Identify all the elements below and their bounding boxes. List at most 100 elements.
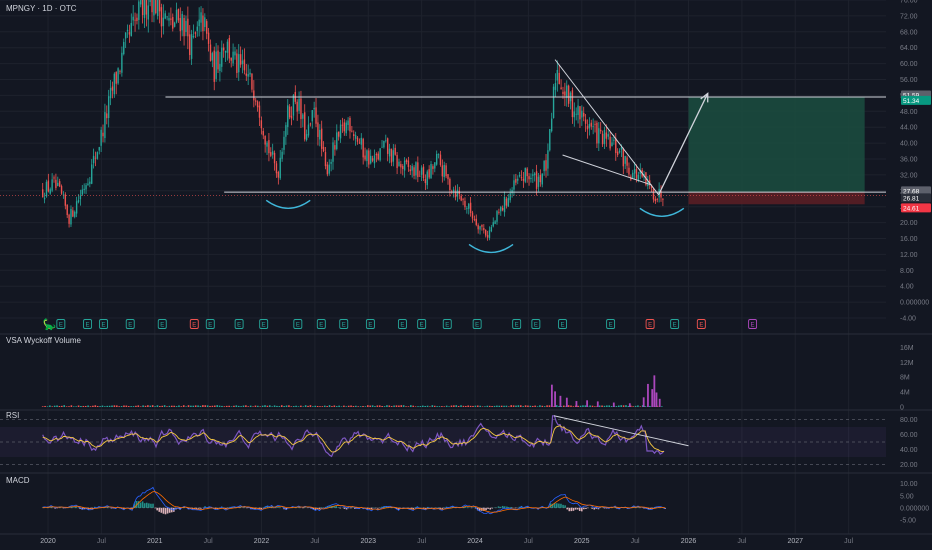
candle-body <box>53 177 55 179</box>
volume-bar <box>472 405 474 407</box>
earnings-marker-label: E <box>86 323 90 329</box>
candle-body <box>607 134 609 137</box>
volume-bar <box>65 406 68 407</box>
candle-body <box>505 198 508 206</box>
volume-bar <box>484 406 486 407</box>
volume-bar <box>582 405 584 407</box>
volume-bar <box>142 405 144 407</box>
candle-body <box>337 131 340 137</box>
candle-body <box>392 150 395 162</box>
volume-spike-bar <box>655 392 658 407</box>
volume-bar <box>273 405 276 407</box>
volume-spike-bar <box>550 384 553 407</box>
candle-body <box>358 142 361 144</box>
volume-bar <box>355 405 357 407</box>
price-tick-label: 72.00 <box>900 13 918 20</box>
candle-body <box>550 118 553 132</box>
volume-bar <box>304 405 307 407</box>
candle-body <box>402 165 404 170</box>
earnings-marker-label: E <box>420 323 424 329</box>
candle-body <box>435 153 438 165</box>
candle-body <box>228 37 231 59</box>
candle-body <box>341 124 344 126</box>
macd-histogram-bar <box>158 507 161 512</box>
candle-body <box>51 179 53 191</box>
candle-body <box>158 0 161 12</box>
volume-bar <box>211 405 214 407</box>
volume-bar <box>536 406 539 407</box>
volume-bar <box>326 406 328 407</box>
volume-bar <box>323 405 326 407</box>
volume-bar <box>151 405 154 407</box>
candle-body <box>515 178 517 183</box>
candle-body <box>598 128 600 144</box>
volume-bar <box>546 405 548 407</box>
volume-bar <box>579 405 582 407</box>
volume-bar <box>610 406 613 407</box>
volume-bar <box>41 406 44 407</box>
candle-body <box>236 53 238 73</box>
candle-body <box>411 166 413 171</box>
volume-bar <box>398 405 400 407</box>
candle-body <box>371 158 374 161</box>
candle-body <box>121 52 123 73</box>
candle-body <box>128 32 131 35</box>
earnings-marker-label: E <box>673 323 677 329</box>
volume-bar <box>498 405 501 407</box>
volume-bar <box>199 405 202 407</box>
volume-bar <box>264 405 266 407</box>
price-tick-label: 48.00 <box>900 109 918 116</box>
candle-body <box>126 29 129 32</box>
volume-bar <box>488 405 491 407</box>
volume-bar <box>364 406 367 407</box>
volume-bar <box>268 405 271 407</box>
candle-body <box>611 142 613 147</box>
volume-bar <box>589 405 591 407</box>
macd-histogram-bar <box>162 507 165 514</box>
volume-bar <box>381 405 383 407</box>
volume-bar <box>335 406 338 407</box>
volume-bar <box>312 406 314 407</box>
candle-body <box>283 136 285 150</box>
earnings-marker-label: E <box>699 323 703 329</box>
candle-body <box>147 5 149 20</box>
candle-body <box>322 146 325 152</box>
candle-body <box>430 163 432 179</box>
volume-bar <box>457 405 460 407</box>
volume-bar <box>285 405 288 407</box>
candle-body <box>91 164 93 184</box>
candle-body <box>613 139 615 141</box>
volume-bar <box>362 405 364 407</box>
volume-spike-bar <box>575 401 578 407</box>
candle-body <box>334 145 336 150</box>
ticker-title: MPNGY · 1D · OTC <box>6 4 77 13</box>
candle-body <box>198 19 200 27</box>
macd-histogram-bar <box>570 507 573 512</box>
macd-histogram-bar <box>591 507 593 509</box>
volume-bar <box>280 405 283 407</box>
macd-histogram-bar <box>562 504 564 508</box>
candle-body <box>72 210 74 217</box>
candle-body <box>390 148 393 163</box>
macd-histogram-bar <box>145 502 148 508</box>
macd-histogram-bar <box>75 506 77 508</box>
candle-body <box>583 112 585 117</box>
trading-chart[interactable]: 76.0072.0068.0064.0060.0056.0052.0048.00… <box>0 0 932 550</box>
volume-bar <box>431 405 434 407</box>
candle-body <box>439 154 442 165</box>
candle-body <box>209 44 212 61</box>
candle-body <box>77 199 80 203</box>
volume-bar <box>634 405 637 407</box>
macd-histogram-bar <box>578 507 581 511</box>
candle-body <box>43 197 46 200</box>
volume-bar <box>620 405 622 407</box>
volume-bar <box>221 405 223 407</box>
volume-bar <box>92 405 94 407</box>
rsi-tick-label: 40.00 <box>900 447 918 454</box>
macd-histogram-bar <box>441 507 444 509</box>
candle-body <box>238 54 240 73</box>
macd-tick-label: -5.00 <box>900 517 916 524</box>
candle-body <box>539 174 542 183</box>
time-tick-label: 2021 <box>147 538 163 545</box>
candle-body <box>281 151 283 159</box>
